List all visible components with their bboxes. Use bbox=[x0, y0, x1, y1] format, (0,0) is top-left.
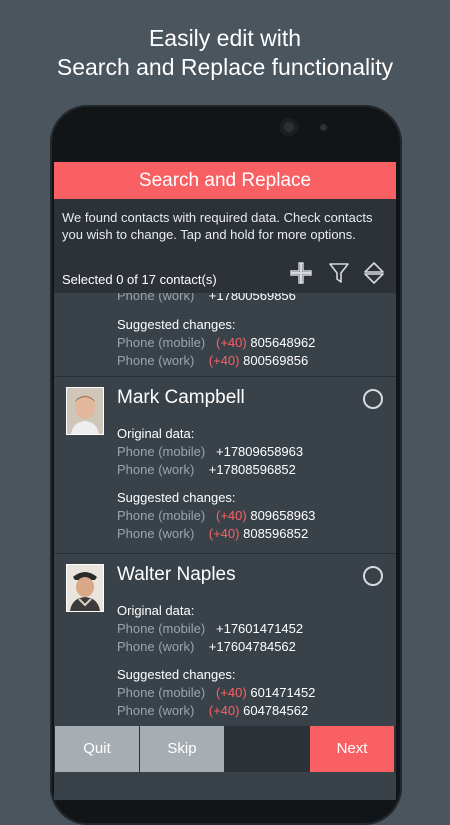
original-heading: Original data: bbox=[117, 603, 195, 618]
field-value: +17809658963 bbox=[216, 444, 304, 459]
quit-button[interactable]: Quit bbox=[55, 726, 139, 772]
promo-line-2: Search and Replace functionality bbox=[56, 54, 394, 80]
field-label: Phone (mobile) bbox=[117, 685, 206, 700]
info-text: We found contacts with required data. Ch… bbox=[62, 210, 373, 242]
selection-count: Selected 0 of 17 contact(s) bbox=[62, 272, 217, 287]
app-screen: Search and Replace We found contacts wit… bbox=[54, 162, 396, 800]
suggested-row: Phone (mobile) (+40) 809658963 bbox=[117, 507, 315, 525]
filter-icon[interactable] bbox=[327, 261, 351, 285]
suggested-row: Phone (work) (+40) 604784562 bbox=[117, 702, 308, 720]
sort-icon[interactable] bbox=[362, 261, 386, 285]
contact-card[interactable]: Walter Naples Original data: Phone (mobi… bbox=[54, 554, 396, 726]
suggested-row: Phone (work) (+40) 800569856 bbox=[117, 352, 308, 370]
country-prefix: (+40) bbox=[216, 508, 247, 523]
suggested-heading: Suggested changes: bbox=[117, 317, 236, 332]
field-label: Phone (work) bbox=[117, 353, 195, 368]
country-prefix: (+40) bbox=[208, 526, 240, 541]
country-prefix: (+40) bbox=[216, 335, 247, 350]
field-value: 808596852 bbox=[243, 526, 309, 541]
suggested-heading: Suggested changes: bbox=[117, 490, 236, 505]
info-panel: We found contacts with required data. Ch… bbox=[54, 199, 396, 293]
field-label: Phone (mobile) bbox=[117, 444, 206, 459]
contact-list[interactable]: Phone (work) +17800569856 Suggested chan… bbox=[54, 293, 396, 726]
country-prefix: (+40) bbox=[208, 353, 240, 368]
field-value: +17800569856 bbox=[208, 293, 296, 303]
suggested-row: Phone (mobile) (+40) 601471452 bbox=[117, 684, 315, 702]
field-label: Phone (mobile) bbox=[117, 621, 206, 636]
avatar bbox=[66, 564, 104, 612]
original-row-cut: Phone (work) +17800569856 bbox=[117, 293, 296, 305]
field-label: Phone (work) bbox=[117, 526, 195, 541]
contact-card[interactable]: Mark Campbell Original data: Phone (mobi… bbox=[54, 377, 396, 554]
original-row: Phone (mobile) +17809658963 bbox=[117, 443, 303, 461]
field-label: Phone (mobile) bbox=[117, 335, 206, 350]
empty-button-slot bbox=[225, 726, 309, 772]
select-radio[interactable] bbox=[363, 389, 383, 409]
field-value: +17808596852 bbox=[208, 462, 296, 477]
original-row: Phone (work) +17808596852 bbox=[117, 461, 296, 479]
contact-name: Mark Campbell bbox=[117, 387, 245, 408]
promo-line-1: Easily edit with bbox=[148, 25, 302, 51]
field-value: 601471452 bbox=[250, 685, 316, 700]
country-prefix: (+40) bbox=[208, 703, 240, 718]
bottom-action-bar: Quit Skip Next bbox=[54, 726, 396, 772]
original-row: Phone (mobile) +17601471452 bbox=[117, 620, 303, 638]
field-label: Phone (work) bbox=[117, 703, 195, 718]
app-title-bar: Search and Replace bbox=[54, 162, 396, 199]
select-radio[interactable] bbox=[363, 566, 383, 586]
suggested-heading: Suggested changes: bbox=[117, 667, 236, 682]
proximity-sensor bbox=[320, 124, 327, 131]
promo-headline: Easily edit with Search and Replace func… bbox=[0, 24, 450, 82]
field-label: Phone (work) bbox=[117, 462, 195, 477]
field-label: Phone (work) bbox=[117, 293, 195, 303]
skip-button[interactable]: Skip bbox=[140, 726, 224, 772]
country-prefix: (+40) bbox=[216, 685, 247, 700]
field-value: 800569856 bbox=[243, 353, 309, 368]
suggested-row: Phone (work) (+40) 808596852 bbox=[117, 525, 308, 543]
contact-name: Walter Naples bbox=[117, 564, 236, 585]
avatar bbox=[66, 387, 104, 435]
field-value: 604784562 bbox=[243, 703, 309, 718]
front-camera bbox=[280, 118, 298, 136]
contact-card-partial[interactable]: Phone (work) +17800569856 Suggested chan… bbox=[54, 293, 396, 377]
next-button[interactable]: Next bbox=[310, 726, 394, 772]
original-row: Phone (work) +17604784562 bbox=[117, 638, 296, 656]
field-value: +17601471452 bbox=[216, 621, 304, 636]
suggested-row: Phone (mobile) (+40) 805648962 bbox=[117, 334, 315, 352]
field-value: 805648962 bbox=[250, 335, 316, 350]
field-value: +17604784562 bbox=[208, 639, 296, 654]
field-value: 809658963 bbox=[250, 508, 316, 523]
original-heading: Original data: bbox=[117, 426, 195, 441]
add-icon[interactable] bbox=[289, 261, 313, 285]
field-label: Phone (mobile) bbox=[117, 508, 206, 523]
field-label: Phone (work) bbox=[117, 639, 195, 654]
